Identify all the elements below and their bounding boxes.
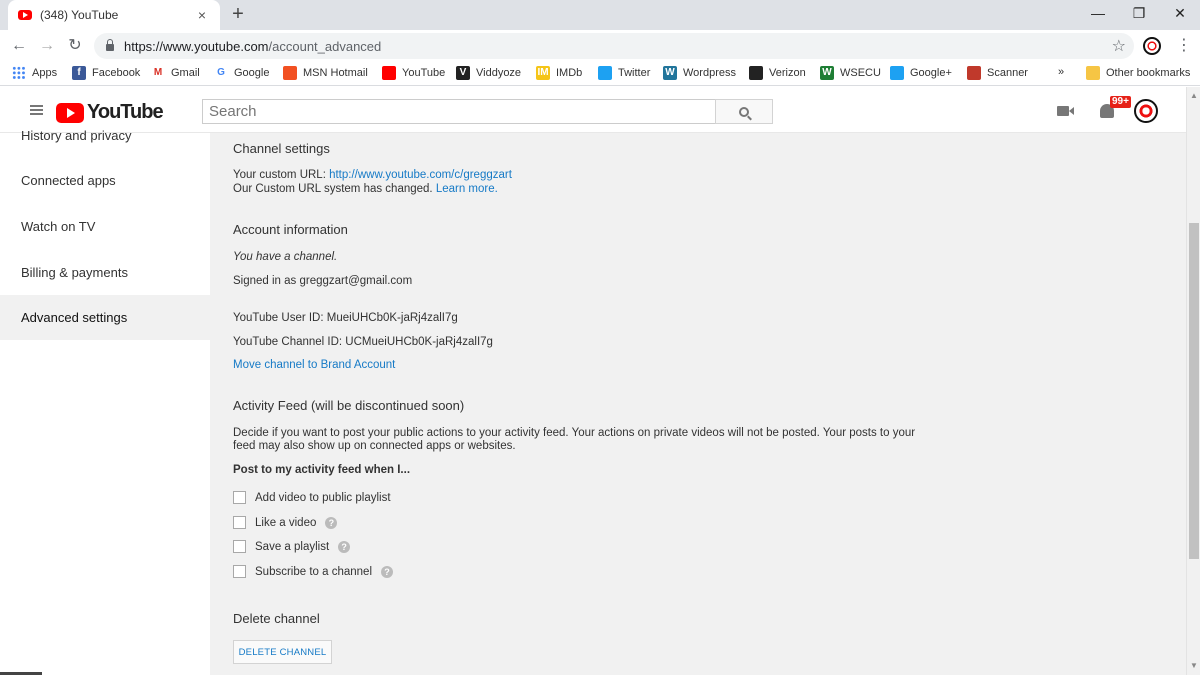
restore-icon[interactable]: ❐ [1127, 4, 1151, 22]
search-icon [739, 106, 749, 117]
facebook-icon: f [72, 66, 86, 80]
viddyoze-icon: V [456, 66, 470, 80]
settings-sidebar: History and privacy Connected apps Watch… [0, 128, 210, 675]
other-bookmarks-folder[interactable]: Other bookmarks [1086, 66, 1190, 80]
delete-channel-heading: Delete channel [233, 611, 320, 626]
browser-menu-icon[interactable]: ⋮ [1176, 36, 1192, 56]
minimize-icon[interactable]: — [1086, 4, 1110, 22]
sidebar-item-watch-on-tv[interactable]: Watch on TV [0, 204, 210, 249]
bookmark-twitter[interactable]: Twitter [598, 66, 650, 80]
tab-title: (348) YouTube [40, 8, 119, 22]
search-input[interactable] [202, 99, 716, 124]
scanner-icon [967, 66, 981, 80]
bookmark-google[interactable]: G Google [214, 66, 269, 80]
wsecu-icon: W [820, 66, 834, 80]
checkbox[interactable] [233, 491, 246, 504]
checkbox[interactable] [233, 516, 246, 529]
checkbox[interactable] [233, 540, 246, 553]
bookmark-msn-hotmail[interactable]: MSN Hotmail [283, 66, 368, 80]
imdb-icon: IM [536, 66, 550, 80]
new-tab-button[interactable]: + [228, 4, 248, 24]
activity-feed-description-1: Decide if you want to post your public a… [233, 427, 916, 439]
help-icon[interactable]: ? [381, 565, 393, 578]
sidebar-item-billing[interactable]: Billing & payments [0, 250, 210, 295]
post-when-label: Post to my activity feed when I... [233, 464, 411, 476]
gmail-icon: M [153, 67, 163, 78]
reload-icon[interactable]: ↻ [65, 36, 85, 56]
custom-url-line: Your custom URL: http://www.youtube.com/… [233, 169, 512, 181]
tab-close-icon[interactable]: × [194, 7, 210, 23]
bookmark-wordpress[interactable]: W Wordpress [663, 66, 736, 80]
activity-feed-description-2: feed may also show up on connected apps … [233, 440, 516, 452]
channel-settings-heading: Channel settings [233, 141, 330, 156]
msn-icon [283, 66, 297, 80]
bookmark-google-[interactable]: Google+ [890, 66, 952, 80]
verizon-icon [749, 66, 763, 80]
page-scrollbar[interactable]: ▲ ▼ [1186, 87, 1200, 675]
has-channel-text: You have a channel. [233, 251, 338, 263]
browser-tab-strip: (348) YouTube × + — ❐ ✕ [0, 0, 1200, 30]
bookmark-imdb[interactable]: IM IMDb [536, 66, 582, 80]
bookmark-gmail[interactable]: M Gmail [151, 66, 200, 80]
sidebar-item-connected-apps[interactable]: Connected apps [0, 158, 210, 203]
wordpress-icon: W [663, 66, 677, 80]
bookmark-wsecu[interactable]: W WSECU [820, 66, 881, 80]
bookmark-apps[interactable]: Apps [12, 66, 57, 80]
learn-more-link[interactable]: Learn more. [436, 183, 498, 195]
bookmarks-overflow-button[interactable]: » [1058, 66, 1064, 78]
sidebar-item-history-privacy[interactable]: History and privacy [0, 113, 210, 158]
upload-video-icon[interactable] [1057, 106, 1074, 116]
advanced-settings-content: Channel settings Your custom URL: http:/… [210, 133, 1186, 675]
option-like-video[interactable]: Like a video ? [233, 516, 338, 529]
option-save-playlist[interactable]: Save a playlist ? [233, 540, 351, 553]
account-avatar[interactable] [1134, 99, 1158, 123]
extension-avatar-icon[interactable] [1143, 37, 1161, 55]
notification-badge: 99+ [1110, 96, 1131, 108]
bookmark-scanner[interactable]: Scanner [967, 66, 1028, 80]
url-text: https://www.youtube.com/account_advanced [124, 38, 382, 54]
browser-tab-youtube[interactable]: (348) YouTube × [8, 0, 220, 30]
bookmark-viddyoze[interactable]: V Viddyoze [456, 66, 521, 80]
account-information-heading: Account information [233, 222, 348, 237]
lock-icon [106, 39, 114, 51]
option-add-to-playlist[interactable]: Add video to public playlist [233, 491, 391, 504]
scrollbar-thumb[interactable] [1189, 223, 1199, 559]
search-button[interactable] [715, 99, 773, 124]
google-icon: G [217, 67, 225, 78]
youtube-icon [382, 66, 396, 80]
scroll-down-arrow-icon[interactable]: ▼ [1190, 661, 1198, 670]
custom-url-link[interactable]: http://www.youtube.com/c/greggzart [329, 169, 512, 181]
custom-url-note: Our Custom URL system has changed. Learn… [233, 183, 498, 195]
delete-channel-button[interactable]: DELETE CHANNEL [233, 640, 332, 664]
help-icon[interactable]: ? [338, 540, 351, 553]
user-id-text: YouTube User ID: MueiUHCb0K-jaRj4zalI7g [233, 312, 458, 324]
sidebar-item-advanced-settings[interactable]: Advanced settings [0, 295, 210, 340]
move-channel-link[interactable]: Move channel to Brand Account [233, 359, 395, 371]
twitter-bird-icon [890, 66, 904, 80]
bookmark-youtube[interactable]: YouTube [382, 66, 445, 80]
bookmark-star-icon[interactable]: ☆ [1112, 36, 1126, 56]
activity-feed-heading: Activity Feed (will be discontinued soon… [233, 398, 465, 413]
forward-arrow-icon[interactable]: → [37, 36, 57, 56]
twitter-icon [598, 66, 612, 80]
back-arrow-icon[interactable]: ← [9, 36, 29, 56]
address-bar[interactable]: https://www.youtube.com/account_advanced… [94, 33, 1134, 59]
option-subscribe-channel[interactable]: Subscribe to a channel ? [233, 565, 393, 578]
signed-in-text: Signed in as greggzart@gmail.com [233, 275, 413, 287]
scroll-up-arrow-icon[interactable]: ▲ [1190, 91, 1198, 100]
close-window-icon[interactable]: ✕ [1168, 4, 1192, 22]
channel-id-text: YouTube Channel ID: UCMueiUHCb0K-jaRj4za… [233, 336, 493, 348]
bookmarks-bar: Scanner Google+ W WSECU Verizon W Wordpress Twi… [0, 62, 1200, 86]
bookmark-facebook[interactable]: f Facebook [72, 66, 140, 80]
apps-grid-icon [12, 66, 26, 80]
bookmark-verizon[interactable]: Verizon [749, 66, 806, 80]
folder-icon [1086, 66, 1100, 80]
checkbox[interactable] [233, 565, 246, 578]
youtube-favicon-icon [18, 10, 32, 20]
help-icon[interactable]: ? [325, 516, 338, 529]
browser-toolbar: ← → ↻ https://www.youtube.com/account_ad… [0, 30, 1200, 62]
